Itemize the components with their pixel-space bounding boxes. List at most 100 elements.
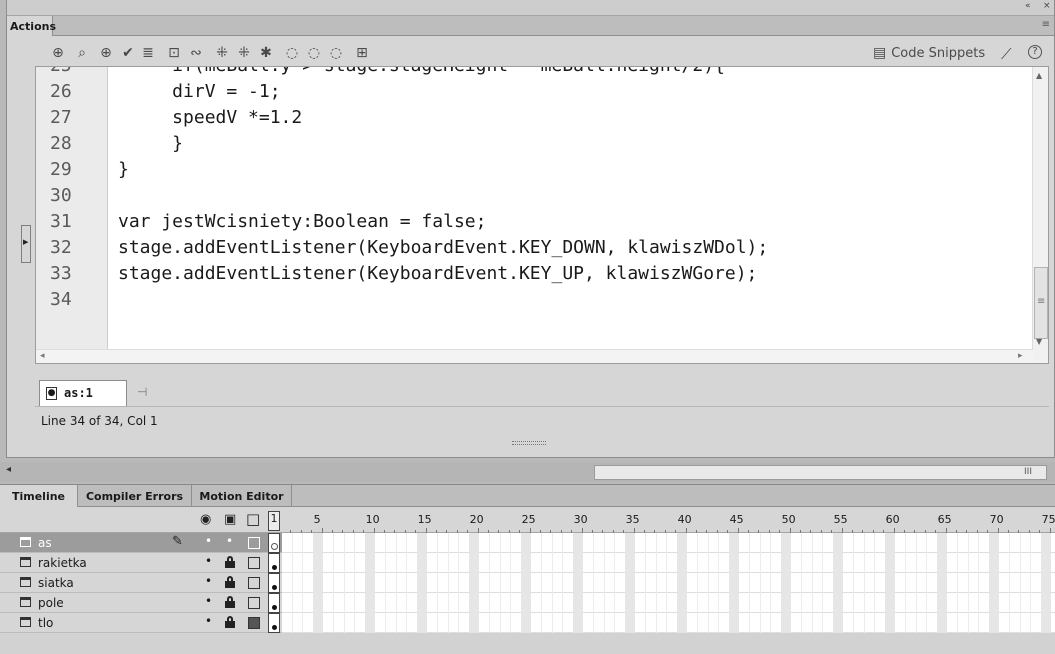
frame-cell[interactable] xyxy=(364,613,375,633)
code-text[interactable]: if(meBall.y > stage.stageHeight - meBall… xyxy=(118,67,725,79)
add-statement-icon[interactable]: ⊕ xyxy=(49,44,67,62)
layer-frames[interactable] xyxy=(282,533,1055,553)
find-icon[interactable]: ⌕ xyxy=(73,44,91,62)
layer-frames[interactable] xyxy=(282,613,1055,633)
layer-row[interactable]: as ✎ • • xyxy=(0,533,1055,553)
layer-row[interactable]: rakietka • xyxy=(0,553,1055,573)
frame-cell[interactable] xyxy=(416,553,427,573)
frame-cell[interactable] xyxy=(936,533,947,553)
vertical-scroll-thumb[interactable]: ≡ xyxy=(1034,267,1048,339)
collapse-panel-icon[interactable]: « xyxy=(1025,1,1031,11)
lock-icon[interactable] xyxy=(225,616,235,628)
frame-cell[interactable] xyxy=(884,593,895,613)
frame-cell[interactable] xyxy=(676,573,687,593)
code-line[interactable]: 25 if(meBall.y > stage.stageHeight - meB… xyxy=(36,67,1026,79)
frame-cell[interactable] xyxy=(312,593,323,613)
stage-scroll-thumb-grip[interactable]: III xyxy=(1024,467,1032,477)
apply-line-comment-icon[interactable]: ◌ xyxy=(305,44,323,62)
frame-cell[interactable] xyxy=(468,593,479,613)
keyframe[interactable] xyxy=(268,613,280,633)
frame-cell[interactable] xyxy=(1040,533,1051,553)
script-editor[interactable]: 25 if(meBall.y > stage.stageHeight - meB… xyxy=(35,66,1049,364)
frame-cell[interactable] xyxy=(988,573,999,593)
toolbox-expander[interactable]: ▶ xyxy=(21,225,31,263)
code-text[interactable]: speedV *=1.2 xyxy=(118,105,302,131)
frame-cell[interactable] xyxy=(832,613,843,633)
layer-info[interactable]: pole • xyxy=(0,593,282,613)
frame-cell[interactable] xyxy=(520,553,531,573)
layer-frames[interactable] xyxy=(282,593,1055,613)
frame-cell[interactable] xyxy=(520,593,531,613)
layer-lock-toggle[interactable]: • xyxy=(226,534,233,548)
frame-cell[interactable] xyxy=(1040,613,1051,633)
frame-cell[interactable] xyxy=(520,533,531,553)
panel-menu-icon[interactable]: ≡ xyxy=(1042,19,1050,30)
frame-cell[interactable] xyxy=(884,573,895,593)
frame-cell[interactable] xyxy=(988,533,999,553)
frame-cell[interactable] xyxy=(936,553,947,573)
frame-cell[interactable] xyxy=(728,533,739,553)
frame-cell[interactable] xyxy=(1040,593,1051,613)
frame-cell[interactable] xyxy=(416,613,427,633)
layer-row[interactable]: tlo • xyxy=(0,613,1055,633)
frame-cell[interactable] xyxy=(624,573,635,593)
scroll-right-icon[interactable]: ▸ xyxy=(1018,351,1023,361)
lock-icon[interactable] xyxy=(225,556,235,568)
frame-cell[interactable] xyxy=(572,553,583,573)
keyframe[interactable] xyxy=(268,553,280,573)
frame-cell[interactable] xyxy=(1040,573,1051,593)
frame-cell[interactable] xyxy=(884,613,895,633)
layer-info[interactable]: as ✎ • • xyxy=(0,533,282,553)
frame-cell[interactable] xyxy=(364,533,375,553)
playhead[interactable]: 1 xyxy=(268,511,280,531)
keyframe[interactable] xyxy=(268,573,280,593)
code-line[interactable]: 34 xyxy=(36,287,1026,313)
eye-icon[interactable]: ◉ xyxy=(200,512,211,527)
frame-cell[interactable] xyxy=(312,573,323,593)
frame-cell[interactable] xyxy=(520,573,531,593)
tab-timeline[interactable]: Timeline xyxy=(0,485,78,507)
lock-icon[interactable] xyxy=(225,576,235,588)
script-tab-as1[interactable]: ● as:1 xyxy=(39,380,127,406)
code-line[interactable]: 31 var jestWcisniety:Boolean = false; xyxy=(36,209,1026,235)
code-line[interactable]: 33 stage.addEventListener(KeyboardEvent.K… xyxy=(36,261,1026,287)
layer-row[interactable]: pole • xyxy=(0,593,1055,613)
frame-cell[interactable] xyxy=(780,533,791,553)
scroll-down-icon[interactable]: ▼ xyxy=(1036,337,1042,346)
layer-info[interactable]: siatka • xyxy=(0,573,282,593)
frame-cell[interactable] xyxy=(416,593,427,613)
layer-name[interactable]: pole xyxy=(38,596,64,610)
frame-cell[interactable] xyxy=(572,593,583,613)
horizontal-scrollbar[interactable]: ◂ ▸ xyxy=(36,349,1033,363)
layer-info[interactable]: tlo • xyxy=(0,613,282,633)
frame-cell[interactable] xyxy=(468,533,479,553)
layer-info[interactable]: rakietka • xyxy=(0,553,282,573)
frame-cell[interactable] xyxy=(312,533,323,553)
check-syntax-icon[interactable]: ✔ xyxy=(119,44,137,62)
frame-cell[interactable] xyxy=(624,553,635,573)
frame-cell[interactable] xyxy=(364,593,375,613)
code-line[interactable]: 29} xyxy=(36,157,1026,183)
layer-row[interactable]: siatka • xyxy=(0,573,1055,593)
code-line[interactable]: 32 stage.addEventListener(KeyboardEvent.K… xyxy=(36,235,1026,261)
code-line[interactable]: 26 dirV = -1; xyxy=(36,79,1026,105)
frame-cell[interactable] xyxy=(780,573,791,593)
frame-cell[interactable] xyxy=(364,553,375,573)
frame-cell[interactable] xyxy=(312,613,323,633)
frame-cell[interactable] xyxy=(468,553,479,573)
stage-scroll-left-icon[interactable]: ◂ xyxy=(6,464,11,475)
code-text[interactable]: } xyxy=(118,131,183,157)
code-text[interactable]: var jestWcisniety:Boolean = false; xyxy=(118,209,486,235)
code-text[interactable]: stage.addEventListener(KeyboardEvent.KEY… xyxy=(118,235,768,261)
code-hint-icon[interactable]: ⊡ xyxy=(165,44,183,62)
tab-compiler-errors[interactable]: Compiler Errors xyxy=(78,485,192,507)
scroll-up-icon[interactable]: ▲ xyxy=(1036,71,1042,80)
lock-icon[interactable] xyxy=(225,596,235,608)
layer-visibility-toggle[interactable]: • xyxy=(205,594,212,608)
frame-cell[interactable] xyxy=(312,553,323,573)
frame-cell[interactable] xyxy=(988,593,999,613)
code-snippets-button[interactable]: ▤ Code Snippets xyxy=(873,45,985,61)
layer-outline-toggle[interactable] xyxy=(248,557,260,569)
remove-comment-icon[interactable]: ◌ xyxy=(327,44,345,62)
layer-outline-toggle[interactable] xyxy=(248,617,260,629)
